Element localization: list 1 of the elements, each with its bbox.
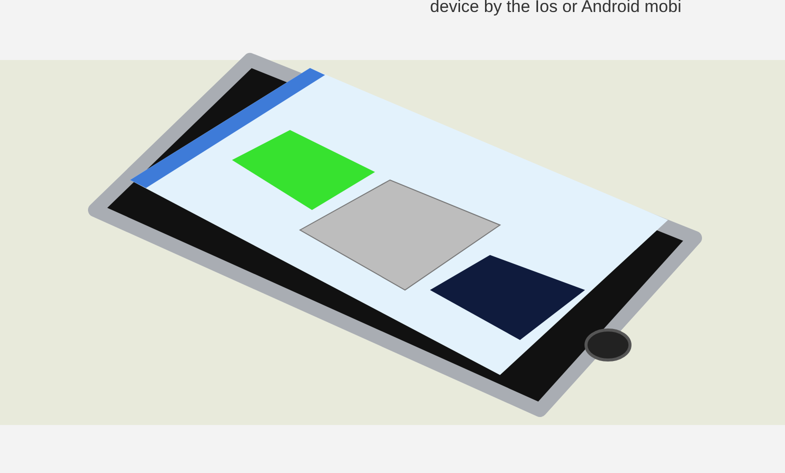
paragraph-text: device by the Ios or Android mobi bbox=[430, 0, 682, 15]
